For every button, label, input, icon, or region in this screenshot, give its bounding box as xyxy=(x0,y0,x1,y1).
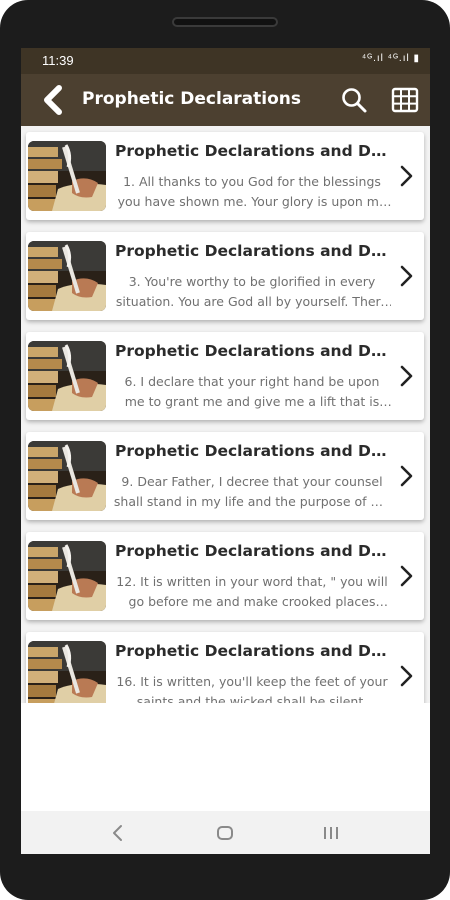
item-title: Prophetic Declarations and Decrees xyxy=(115,642,387,660)
list-item[interactable]: Prophetic Declarations and Decrees 12. I… xyxy=(26,532,424,620)
empty-area xyxy=(21,703,430,811)
chevron-right-icon xyxy=(400,665,413,687)
status-bar: 11:39 ⁴ᴳ.ıl ⁴ᴳ.ıl ▮ xyxy=(21,48,430,74)
chevron-right-icon xyxy=(400,465,413,487)
book-quill-thumbnail xyxy=(28,141,106,211)
nav-recents-icon[interactable] xyxy=(322,825,340,841)
item-excerpt: 1. All thanks to you God for the blessin… xyxy=(117,174,387,209)
declarations-list[interactable]: Prophetic Declarations and Decrees 1. Al… xyxy=(21,126,430,703)
status-time: 11:39 xyxy=(42,53,74,68)
item-excerpt: 16. It is written, you'll keep the feet … xyxy=(116,674,388,703)
chevron-right-icon xyxy=(400,265,413,287)
book-quill-thumbnail xyxy=(28,541,106,611)
book-quill-thumbnail xyxy=(28,241,106,311)
item-excerpt: 6. I declare that your right hand be upo… xyxy=(124,374,380,409)
back-button[interactable] xyxy=(39,84,71,116)
chevron-right-icon xyxy=(400,165,413,187)
list-item[interactable]: Prophetic Declarations and Decrees 9. De… xyxy=(26,432,424,520)
item-excerpt: 3. You're worthy to be glorified in ever… xyxy=(115,274,389,309)
item-title: Prophetic Declarations and Decrees xyxy=(115,242,387,260)
nav-back-icon[interactable] xyxy=(111,824,125,842)
grid-icon xyxy=(391,87,419,113)
page-title: Prophetic Declarations xyxy=(82,89,301,109)
list-item[interactable]: Prophetic Declarations and Decrees 1. Al… xyxy=(26,132,424,220)
chevron-right-icon xyxy=(400,365,413,387)
phone-frame: 11:39 ⁴ᴳ.ıl ⁴ᴳ.ıl ▮ Prophetic Declaratio… xyxy=(0,0,450,900)
chevron-left-icon xyxy=(44,85,62,115)
book-quill-thumbnail xyxy=(28,341,106,411)
nav-home-icon[interactable] xyxy=(216,824,234,842)
search-icon xyxy=(342,88,367,113)
system-navigation-bar xyxy=(21,811,430,854)
book-quill-thumbnail xyxy=(28,641,106,703)
item-title: Prophetic Declarations and Decrees xyxy=(115,442,387,460)
search-button[interactable] xyxy=(340,86,368,114)
item-title: Prophetic Declarations and Decrees xyxy=(115,342,387,360)
grid-view-button[interactable] xyxy=(391,86,419,114)
phone-speaker xyxy=(172,17,278,27)
item-excerpt: 12. It is written in your word that, " y… xyxy=(116,574,388,609)
item-title: Prophetic Declarations and Decrees xyxy=(115,142,387,160)
list-item[interactable]: Prophetic Declarations and Decrees 6. I … xyxy=(26,332,424,420)
list-item[interactable]: Prophetic Declarations and Decrees 16. I… xyxy=(26,632,424,703)
app-screen: 11:39 ⁴ᴳ.ıl ⁴ᴳ.ıl ▮ Prophetic Declaratio… xyxy=(21,48,430,854)
item-excerpt: 9. Dear Father, I decree that your couns… xyxy=(113,474,391,509)
app-bar: Prophetic Declarations xyxy=(21,74,430,126)
book-quill-thumbnail xyxy=(28,441,106,511)
chevron-right-icon xyxy=(400,565,413,587)
list-item[interactable]: Prophetic Declarations and Decrees 3. Yo… xyxy=(26,232,424,320)
signal-battery-icons: ⁴ᴳ.ıl ⁴ᴳ.ıl ▮ xyxy=(361,53,420,64)
item-title: Prophetic Declarations and Decrees xyxy=(115,542,387,560)
